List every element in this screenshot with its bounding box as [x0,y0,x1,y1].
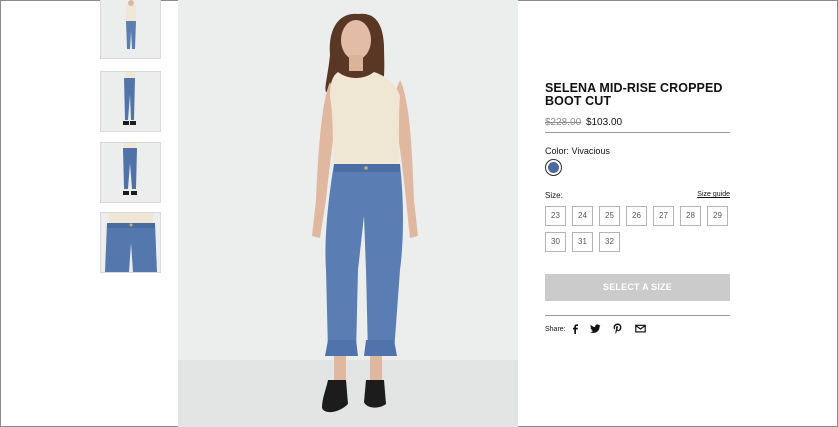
size-option[interactable]: 23 [545,206,566,226]
size-option[interactable]: 26 [626,206,647,226]
thumbnail-3[interactable] [100,142,161,203]
color-swatch-dot [548,162,559,173]
size-option[interactable]: 31 [572,232,593,252]
size-guide-link[interactable]: Size guide [697,191,730,198]
thumbnail-1[interactable] [100,0,161,59]
size-option[interactable]: 27 [653,206,674,226]
size-label: Size: [545,191,563,200]
thumbnail-2[interactable] [100,71,161,132]
color-swatch-vivacious[interactable] [545,159,562,176]
size-option[interactable]: 30 [545,232,566,252]
size-option[interactable]: 32 [599,232,620,252]
pinterest-icon[interactable] [612,323,623,334]
main-product-image[interactable] [178,0,518,427]
email-icon[interactable] [635,323,646,334]
size-option[interactable]: 24 [572,206,593,226]
thumbnail-4[interactable] [100,212,161,273]
facebook-icon[interactable] [570,323,581,334]
size-option[interactable]: 28 [680,206,701,226]
select-size-button[interactable]: SELECT A SIZE [545,274,730,301]
product-title: SELENA MID-RISE CROPPED BOOT CUT [545,81,723,108]
sale-price: $103.00 [585,117,623,128]
original-price: $228.00 [545,117,582,128]
color-label: Color: Vivacious [545,146,610,156]
size-option[interactable]: 29 [707,206,728,226]
share-label: Share: [545,326,566,333]
twitter-icon[interactable] [590,323,601,334]
divider [545,315,730,316]
price-block: $228.00 $103.00 [545,117,622,128]
divider [545,132,730,133]
size-option[interactable]: 25 [599,206,620,226]
